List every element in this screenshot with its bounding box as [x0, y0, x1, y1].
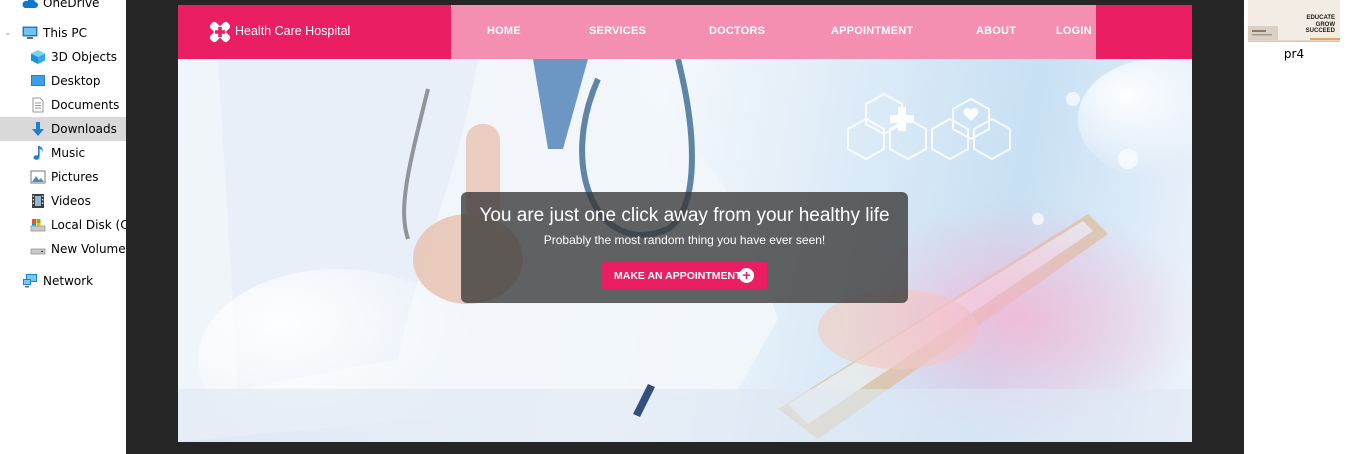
menu-about[interactable]: ABOUT	[976, 25, 1016, 37]
nav-item-onedrive[interactable]: OneDrive	[0, 0, 126, 15]
music-note-icon	[33, 146, 43, 160]
plus-circle-icon: +	[739, 268, 754, 283]
nav-item-label: New Volume (	[51, 242, 126, 256]
nav-item-label: Desktop	[51, 74, 101, 88]
nav-item-label: OneDrive	[43, 0, 100, 10]
nav-item-label: 3D Objects	[51, 50, 118, 64]
cloud-icon	[22, 0, 38, 8]
cta-overlay: You are just one click away from your he…	[461, 192, 908, 303]
menu-home[interactable]: HOME	[487, 25, 521, 37]
film-icon	[32, 194, 44, 208]
menu-login[interactable]: LOGIN	[1056, 25, 1092, 37]
drive-icon	[30, 219, 46, 232]
nav-item-local-disk[interactable]: Local Disk (C:)	[0, 213, 126, 237]
nav-item-label: Documents	[51, 98, 120, 112]
document-icon	[32, 97, 44, 113]
nav-item-label: Music	[51, 146, 86, 160]
nav-item-new-volume[interactable]: New Volume (	[0, 237, 126, 261]
menu-doctors[interactable]: DOCTORS	[709, 25, 765, 37]
thumbnail-filename[interactable]: pr4	[1248, 47, 1340, 61]
screen: OneDrive ⌄ This PC 3D Objects Desktop Do…	[0, 0, 1364, 454]
nav-item-music[interactable]: Music	[0, 141, 126, 165]
nav-item-label: This PC	[43, 26, 87, 40]
make-appointment-label: MAKE AN APPOINTMENT	[614, 269, 742, 282]
medical-bandage-logo-icon	[209, 21, 231, 43]
download-arrow-icon	[32, 122, 44, 136]
nav-item-label: Local Disk (C:)	[51, 218, 126, 232]
nav-item-label: Network	[43, 274, 94, 288]
file-thumbnail[interactable]: EDUCATE GROW SUCCEED	[1248, 0, 1340, 42]
main-menu: HOME SERVICES DOCTORS APPOINTMENT ABOUT …	[451, 5, 1096, 59]
hero-banner: You are just one click away from your he…	[178, 59, 1192, 442]
site-header: Health Care Hospital HOME SERVICES DOCTO…	[178, 5, 1192, 59]
hero-title: You are just one click away from your he…	[479, 205, 890, 226]
desktop-icon	[31, 75, 45, 86]
thumbnail-line: EDUCATE	[1306, 15, 1335, 21]
nav-item-this-pc[interactable]: ⌄ This PC	[0, 21, 126, 45]
brand[interactable]: Health Care Hospital	[178, 5, 451, 59]
chevron-down-icon[interactable]: ⌄	[4, 27, 14, 39]
nav-item-documents[interactable]: Documents	[0, 93, 126, 117]
nav-item-desktop[interactable]: Desktop	[0, 69, 126, 93]
pictures-icon	[30, 170, 46, 184]
nav-item-network[interactable]: Network	[0, 269, 126, 293]
network-icon	[23, 274, 37, 288]
brand-name: Health Care Hospital	[235, 24, 351, 38]
menu-appointment[interactable]: APPOINTMENT	[831, 25, 913, 37]
thumbnail-line: SUCCEED	[1305, 28, 1335, 34]
nav-item-label: Downloads	[51, 122, 117, 136]
hero-subtitle: Probably the most random thing you have …	[543, 233, 826, 247]
nav-item-label: Pictures	[51, 170, 99, 184]
image-viewer: Health Care Hospital HOME SERVICES DOCTO…	[126, 0, 1244, 454]
nav-item-pictures[interactable]: Pictures	[0, 165, 126, 189]
website-preview: Health Care Hospital HOME SERVICES DOCTO…	[178, 5, 1192, 442]
menu-services[interactable]: SERVICES	[589, 25, 646, 37]
thumbnail-text: EDUCATE GROW SUCCEED	[1306, 15, 1335, 35]
nav-item-label: Videos	[51, 194, 91, 208]
drive-icon	[30, 248, 46, 255]
explorer-nav-pane: OneDrive ⌄ This PC 3D Objects Desktop Do…	[0, 0, 126, 454]
nav-item-downloads[interactable]: Downloads	[0, 117, 126, 141]
cube-icon	[31, 50, 45, 64]
nav-item-3d-objects[interactable]: 3D Objects	[0, 45, 126, 69]
make-appointment-button[interactable]: MAKE AN APPOINTMENT +	[602, 262, 767, 289]
nav-item-videos[interactable]: Videos	[0, 189, 126, 213]
computer-icon	[22, 26, 38, 39]
